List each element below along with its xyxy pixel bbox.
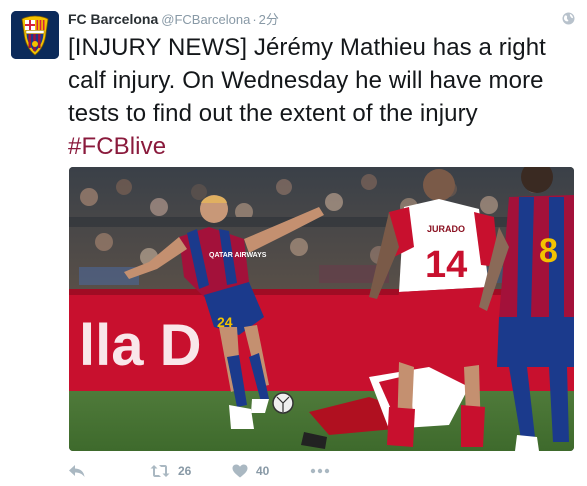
tweet-card: FC Barcelona @FCBarcelona · 2分 [INJURY NEWS…	[0, 0, 587, 486]
tweet-text: [INJURY NEWS] Jérémy Mathieu has a right…	[68, 31, 568, 163]
opponent-name: JURADO	[427, 224, 465, 234]
right-player-number: 8	[539, 232, 558, 270]
reply-button[interactable]	[68, 460, 86, 482]
avatar[interactable]	[11, 11, 59, 59]
tweet-header: FC Barcelona @FCBarcelona · 2分	[68, 10, 279, 28]
more-dots-icon	[310, 468, 330, 474]
hashtag-link[interactable]: #FCBlive	[68, 133, 166, 160]
tweet-body: [INJURY NEWS] Jérémy Mathieu has a right…	[68, 34, 546, 127]
more-button[interactable]	[310, 460, 330, 482]
account-handle[interactable]: @FCBarcelona	[161, 12, 250, 27]
tweet-photo[interactable]: lla D 24 QATAR AIRWAYS JURADO 14 8	[69, 167, 574, 451]
match-photo: lla D 24 QATAR AIRWAYS JURADO 14 8	[69, 167, 574, 451]
reply-icon	[69, 465, 85, 477]
meta-separator: ·	[252, 12, 257, 27]
account-name[interactable]: FC Barcelona	[68, 11, 158, 27]
heart-icon	[232, 464, 248, 478]
globe-icon	[562, 12, 575, 25]
opponent-number: 14	[425, 244, 467, 286]
fc-barcelona-crest-icon	[11, 11, 59, 59]
tweet-actions: 26 40	[68, 460, 568, 482]
ad-board-text: lla D	[79, 313, 202, 378]
like-count: 40	[256, 464, 270, 478]
tweet-timestamp[interactable]: 2分	[259, 12, 279, 27]
retweet-button[interactable]: 26	[150, 460, 191, 482]
retweet-icon	[150, 465, 170, 477]
like-button[interactable]: 40	[232, 460, 269, 482]
retweet-count: 26	[178, 464, 192, 478]
shirt-sponsor: QATAR AIRWAYS	[209, 252, 267, 259]
